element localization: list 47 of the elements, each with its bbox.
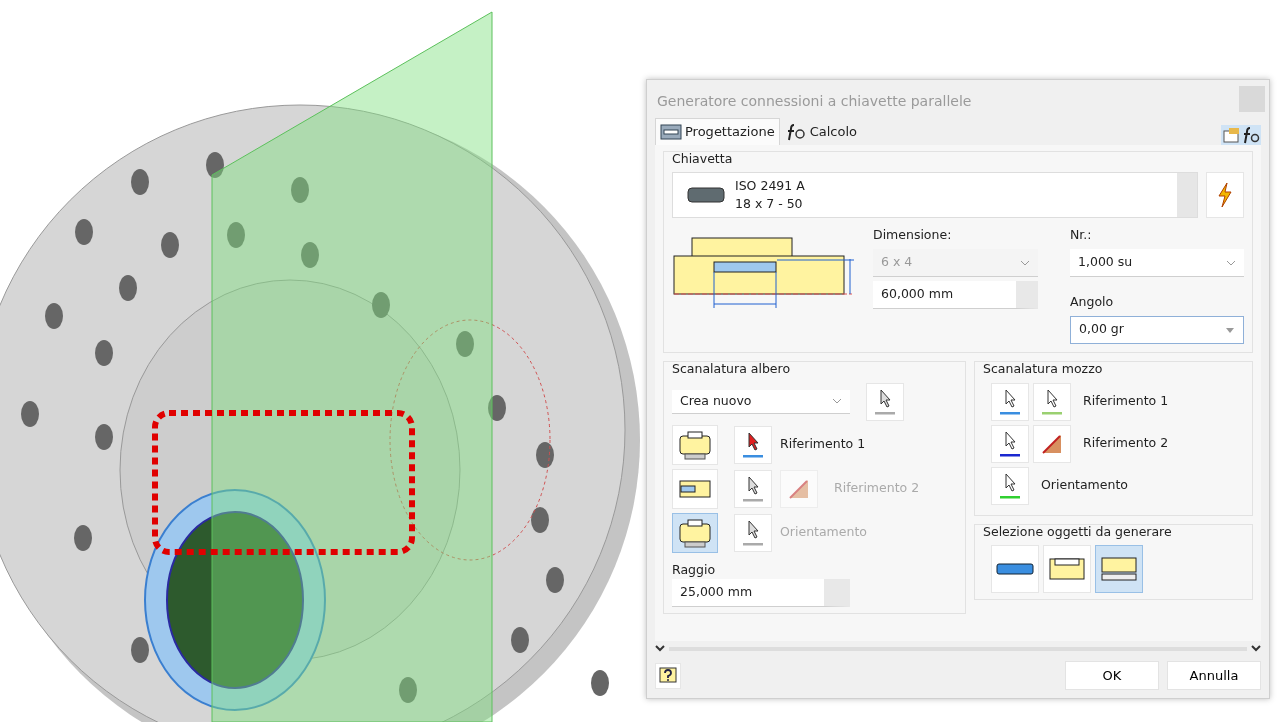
lightning-icon <box>1216 182 1234 209</box>
help-icon <box>659 666 677 685</box>
section-title: Selezione oggetti da generare <box>983 522 1173 541</box>
dialog-button[interactable]: Annulla <box>1167 661 1261 690</box>
key-selector[interactable]: ISO 2491 A 18 x 7 - 50 <box>672 172 1198 219</box>
window-title: Generatore connessioni a chiavette parallele <box>656 92 973 111</box>
groove-shape-button[interactable] <box>672 512 718 553</box>
pick-button[interactable] <box>991 424 1029 463</box>
key-standard: ISO 2491 A <box>735 176 806 195</box>
help-button[interactable] <box>655 662 681 689</box>
chevron-icon <box>832 398 842 404</box>
reference-label: Riferimento 2 <box>1083 434 1169 453</box>
key-size: 18 x 7 - 50 <box>735 195 804 214</box>
field-label: Angolo <box>1070 293 1115 311</box>
key-hatch-icon <box>660 122 682 141</box>
dropdown[interactable]: 0,00 gr <box>1070 315 1244 344</box>
dropdown-arrow-icon <box>1225 326 1235 333</box>
function-icon <box>1241 124 1261 145</box>
generate-option-button[interactable] <box>1095 545 1143 594</box>
section-title: Scanalatura mozzo <box>983 359 1104 378</box>
expand-icon <box>655 645 665 653</box>
field-label: Raggio <box>672 560 717 579</box>
reference-label: Orientamento <box>780 523 867 542</box>
input-field[interactable]: 25,000 mm <box>672 579 850 608</box>
pick-button[interactable] <box>1033 424 1071 463</box>
reference-label: Riferimento 1 <box>780 435 866 454</box>
dialog-button[interactable]: OK <box>1065 661 1159 690</box>
tab[interactable]: Calcolo <box>779 118 862 145</box>
reference-label: Riferimento 2 <box>834 479 920 498</box>
field-label: Nr.: <box>1070 226 1093 245</box>
tab[interactable]: Progettazione <box>655 118 780 145</box>
groove-shape-icon <box>677 429 713 460</box>
field-label: Dimensione: <box>873 226 953 245</box>
reference-label: Orientamento <box>1041 476 1128 495</box>
groove-shape-icon <box>677 517 713 548</box>
chevron-icon <box>1226 259 1236 266</box>
chevron-icon <box>1020 259 1030 266</box>
reference-label: Riferimento 1 <box>1083 392 1169 411</box>
dropdown[interactable]: 1,000 su <box>1070 249 1244 277</box>
input-field[interactable]: 60,000 mm <box>873 281 1038 309</box>
section-title: Scanalatura albero <box>672 359 792 378</box>
key-icon <box>687 185 727 206</box>
pick-button[interactable] <box>734 425 772 464</box>
section-title: Chiavetta <box>672 149 734 168</box>
dropdown[interactable]: Crea nuovo <box>672 389 850 414</box>
expand-icon <box>1251 645 1261 653</box>
lightning-button[interactable] <box>1206 172 1244 219</box>
